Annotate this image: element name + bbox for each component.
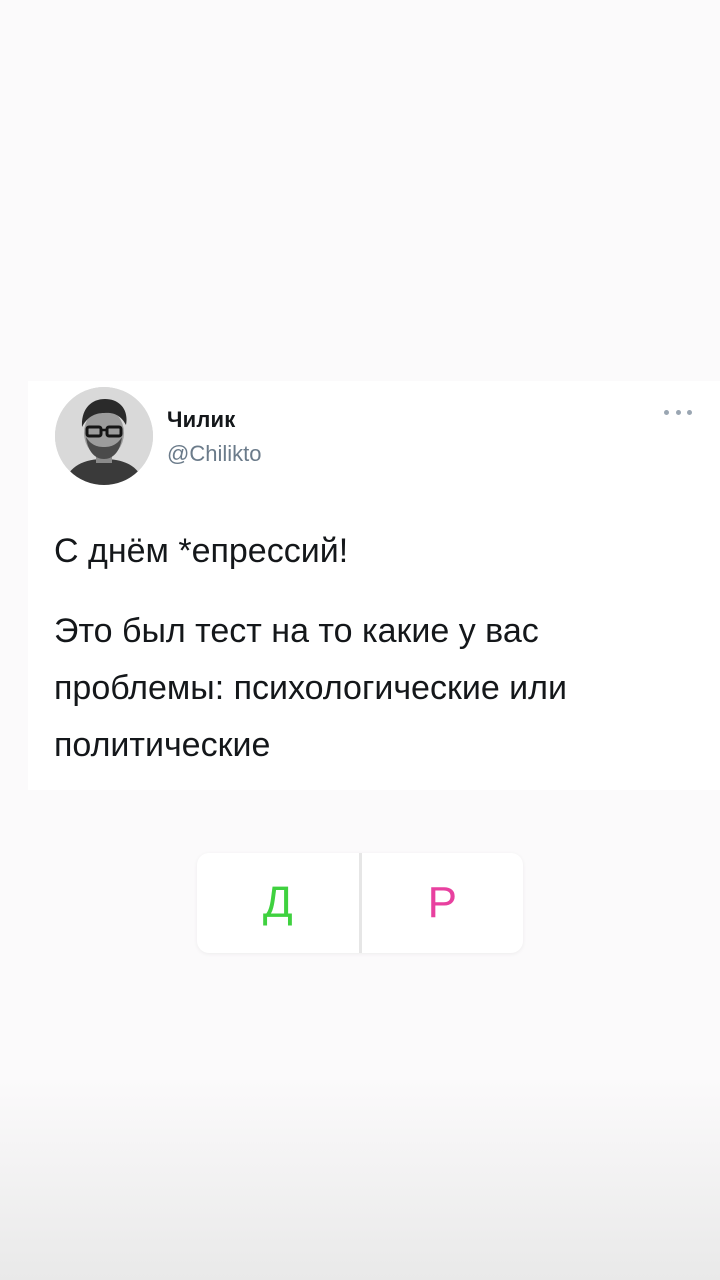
more-horizontal-icon[interactable] [664,407,692,417]
bottom-gradient [0,1080,720,1280]
tweet-text-line: С днём *епрессий! [54,532,349,570]
dot [664,409,669,415]
dot [687,409,692,415]
display-name[interactable]: Чилик [167,407,236,433]
user-handle[interactable]: @Chilikto [167,441,261,467]
quiz-sticker: Д Р [197,853,523,953]
dot [675,409,681,415]
avatar-image [55,387,153,485]
quiz-option-left[interactable]: Д [197,853,359,953]
tweet-card: Чилик @Chilikto С днём *епрессий! Это бы… [28,381,720,790]
quiz-option-right[interactable]: Р [362,853,524,953]
tweet-text-paragraph: Это был тест на то какие у вас проблемы:… [54,612,568,764]
avatar[interactable] [55,387,153,485]
